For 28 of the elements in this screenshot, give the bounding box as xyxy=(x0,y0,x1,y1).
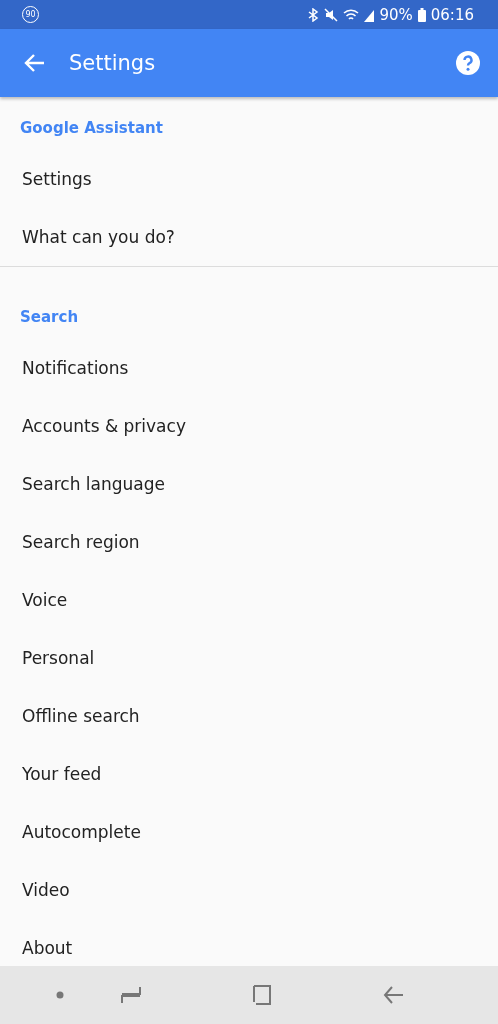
settings-item[interactable]: Offline search xyxy=(0,687,498,745)
back-icon[interactable] xyxy=(382,986,403,1004)
bluetooth-icon xyxy=(307,7,320,22)
battery-icon xyxy=(417,7,426,22)
wifi-icon xyxy=(343,7,360,22)
section-header: Search xyxy=(20,308,79,326)
mute-icon xyxy=(324,7,339,22)
settings-item[interactable]: Your feed xyxy=(0,745,498,803)
dot-icon[interactable] xyxy=(56,991,64,999)
recents-icon[interactable] xyxy=(120,986,143,1004)
settings-item[interactable]: Search region xyxy=(0,513,498,571)
help-icon[interactable] xyxy=(456,51,480,75)
settings-item[interactable]: Notifications xyxy=(0,339,498,397)
app-bar-title: Settings xyxy=(69,51,157,75)
home-icon[interactable] xyxy=(252,984,272,1006)
battery-percent: 90% xyxy=(379,5,413,24)
settings-item[interactable]: Search language xyxy=(0,455,498,513)
section-header: Google Assistant xyxy=(20,119,163,137)
settings-item[interactable]: Personal xyxy=(0,629,498,687)
back-arrow-icon[interactable] xyxy=(23,53,45,73)
settings-item[interactable]: Accounts & privacy xyxy=(0,397,498,455)
settings-item[interactable]: Autocomplete xyxy=(0,803,498,861)
settings-item[interactable]: About xyxy=(0,919,498,966)
settings-item[interactable]: What can you do? xyxy=(0,208,498,266)
settings-item[interactable]: Settings xyxy=(0,150,498,208)
settings-item[interactable]: Video xyxy=(0,861,498,919)
settings-item[interactable]: Voice xyxy=(0,571,498,629)
clock: 06:16 xyxy=(430,5,474,24)
